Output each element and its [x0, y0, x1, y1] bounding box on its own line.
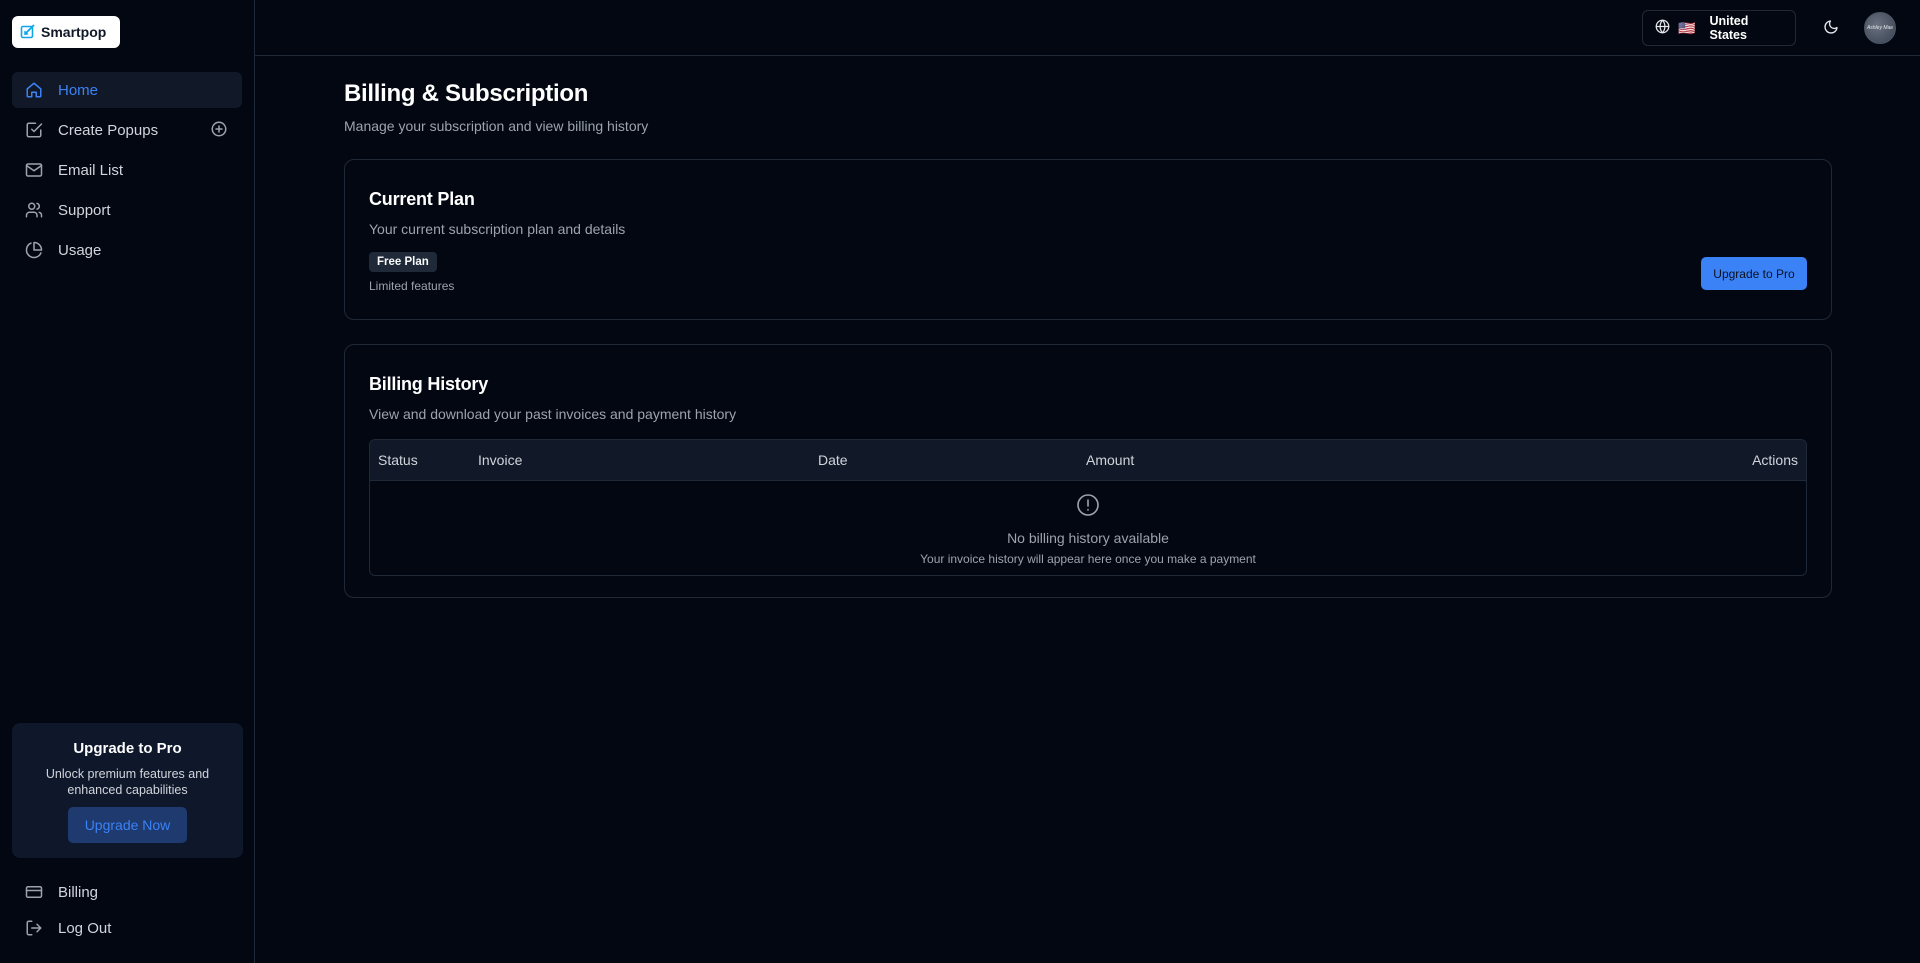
column-invoice[interactable]: Invoice	[478, 452, 522, 468]
globe-icon	[1655, 19, 1670, 37]
app-root: Smartpop Home Create Popups Email List S…	[0, 0, 1920, 963]
main-area: 🇺🇸 United States Ashley Mae Billing & Su…	[255, 0, 1920, 963]
promo-title: Upgrade to Pro	[73, 740, 182, 757]
current-plan-card: Current Plan Your current subscription p…	[344, 159, 1832, 320]
logout-icon	[24, 918, 44, 938]
sidebar-bottom-nav: Billing Log Out	[12, 874, 243, 946]
table-header: Status Invoice Date Amount Actions	[370, 440, 1806, 481]
logo-icon	[20, 24, 35, 39]
column-status[interactable]: Status	[378, 452, 418, 468]
history-card-title: Billing History	[369, 374, 489, 394]
column-amount[interactable]: Amount	[1086, 452, 1134, 468]
billing-table: Status Invoice Date Amount Actions No bi…	[369, 439, 1807, 576]
sidebar-item-email-list[interactable]: Email List	[12, 152, 242, 188]
column-date[interactable]: Date	[818, 452, 848, 468]
empty-state-subtitle: Your invoice history will appear here on…	[920, 552, 1256, 566]
user-avatar[interactable]: Ashley Mae	[1864, 12, 1896, 44]
add-circle-icon[interactable]	[210, 120, 230, 140]
alert-circle-icon	[1076, 493, 1100, 522]
upgrade-now-button[interactable]: Upgrade Now	[68, 807, 187, 843]
users-icon	[24, 200, 44, 220]
flag-icon: 🇺🇸	[1678, 19, 1696, 36]
plan-note: Limited features	[369, 279, 455, 293]
billing-content: Billing & Subscription Manage your subsc…	[344, 80, 1832, 598]
country-selector[interactable]: 🇺🇸 United States	[1642, 10, 1796, 46]
table-empty-state: No billing history available Your invoic…	[370, 481, 1806, 575]
sidebar-item-label: Log Out	[58, 919, 112, 937]
promo-text: Unlock premium features and enhanced cap…	[45, 767, 210, 797]
home-icon	[24, 80, 44, 100]
empty-state-title: No billing history available	[1007, 530, 1169, 546]
sidebar-item-logout[interactable]: Log Out	[12, 910, 243, 946]
page-subtitle: Manage your subscription and view billin…	[344, 118, 649, 134]
sidebar-item-usage[interactable]: Usage	[12, 232, 242, 268]
sidebar-item-support[interactable]: Support	[12, 192, 242, 228]
billing-history-card: Billing History View and download your p…	[344, 344, 1832, 598]
brand-logo[interactable]: Smartpop	[12, 16, 120, 48]
plan-badge: Free Plan	[369, 252, 437, 272]
pie-chart-icon	[24, 240, 44, 260]
sidebar-item-home[interactable]: Home	[12, 72, 242, 108]
sidebar-item-billing[interactable]: Billing	[12, 874, 243, 910]
sidebar-item-label: Support	[58, 201, 111, 219]
upgrade-to-pro-button[interactable]: Upgrade to Pro	[1701, 257, 1807, 290]
sidebar: Smartpop Home Create Popups Email List S…	[0, 0, 255, 963]
page-title: Billing & Subscription	[344, 80, 589, 107]
sidebar-item-label: Email List	[58, 161, 124, 179]
mail-icon	[24, 160, 44, 180]
sidebar-item-label: Billing	[58, 883, 99, 901]
history-card-subtitle: View and download your past invoices and…	[369, 406, 737, 422]
plan-card-subtitle: Your current subscription plan and detai…	[369, 221, 626, 237]
upgrade-promo-card: Upgrade to Pro Unlock premium features a…	[12, 723, 243, 858]
sidebar-item-label: Home	[58, 81, 99, 99]
top-bar: 🇺🇸 United States Ashley Mae	[255, 0, 1920, 56]
checkbox-edit-icon	[24, 120, 44, 140]
country-label: United States	[1709, 14, 1749, 42]
sidebar-item-label: Usage	[58, 241, 102, 259]
sidebar-item-label: Create Popups	[58, 121, 159, 139]
column-actions[interactable]: Actions	[1752, 452, 1798, 468]
plan-card-title: Current Plan	[369, 189, 475, 209]
sidebar-item-create-popups[interactable]: Create Popups	[12, 112, 242, 148]
theme-toggle-moon-icon[interactable]	[1821, 17, 1841, 37]
brand-name: Smartpop	[41, 24, 107, 40]
avatar-text: Ashley Mae	[1866, 25, 1894, 31]
credit-card-icon	[24, 882, 44, 902]
sidebar-nav: Home Create Popups Email List Support Us…	[12, 72, 242, 268]
